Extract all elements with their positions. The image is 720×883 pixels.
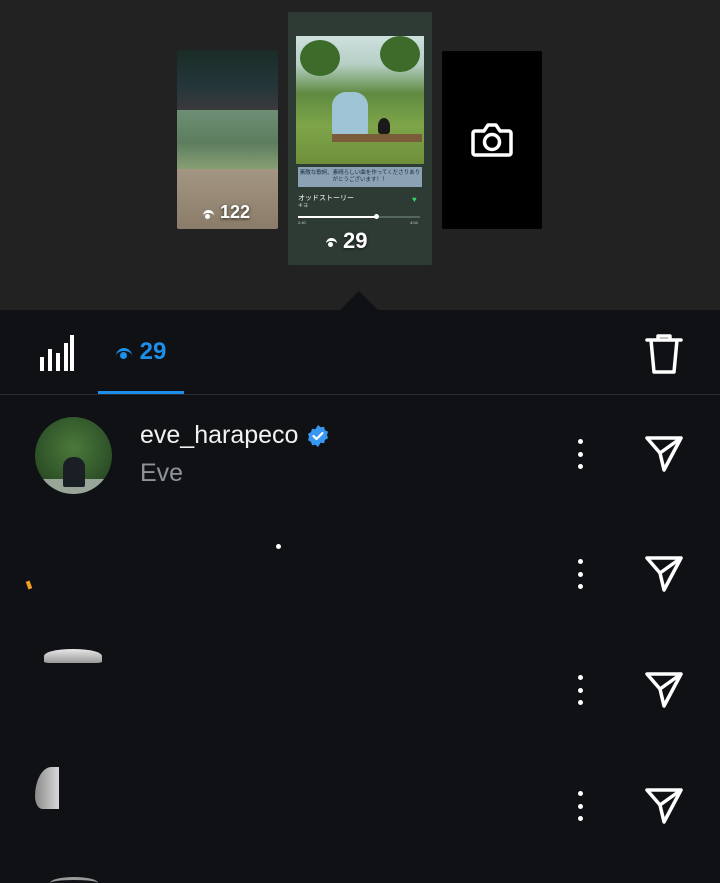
story-frame [177,110,278,169]
story-frame [177,50,278,110]
active-tab-indicator [98,391,184,394]
verified-badge-icon [308,424,329,447]
song-artist: キヨ [298,203,309,209]
person [332,92,368,136]
time-total: 4:04 [410,220,418,225]
more-options-button[interactable] [566,675,594,705]
eye-icon [115,347,132,359]
viewer-fullname: Eve [140,459,184,487]
tree [380,36,420,72]
more-options-button[interactable] [566,439,594,469]
story-view-count: 122 [203,202,250,223]
heart-icon: ♥ [412,195,417,204]
story-thumbnail-current[interactable]: 素敵な歌詞、素晴らしい曲を作ってくださりありがとうございます！！ オッドストーリ… [288,12,432,265]
viewer-row[interactable] [0,743,720,859]
story-view-count-value: 29 [343,228,368,253]
story-view-count-value: 122 [220,202,251,222]
song-progress-bar [298,214,420,219]
trash-icon [645,334,683,374]
more-options-button[interactable] [566,791,594,821]
camera-icon [471,123,513,157]
story-thumbnail-previous[interactable]: 122 [177,50,278,229]
add-story-camera[interactable] [442,51,542,229]
bench [332,134,422,142]
viewer-tabs: 29 [0,310,720,395]
eye-icon [326,238,337,247]
username-text: eve_harapeco [140,421,299,449]
tab-viewers[interactable]: 29 [98,310,184,394]
cat [378,118,390,134]
send-message-icon[interactable] [644,433,684,473]
viewer-row[interactable]: eve_harapeco Eve [0,395,720,511]
avatar-fragment [25,580,33,590]
story-caption: 素敵な歌詞、素晴らしい曲を作ってくださりありがとうございます！！ [298,167,422,187]
story-photo [296,36,424,164]
send-message-icon[interactable] [644,785,684,825]
tree [300,40,340,76]
viewer-row[interactable] [0,627,720,743]
selected-story-pointer [340,291,378,310]
avatar-partial [50,877,98,883]
bar-chart-icon [40,335,74,371]
send-message-icon[interactable] [644,553,684,593]
avatar-fragment [44,649,102,663]
time-elapsed: 2:40 [298,220,306,225]
avatar-fragment [276,544,281,549]
delete-story-button[interactable] [644,332,684,376]
viewer-username[interactable]: eve_harapeco [140,421,330,450]
viewer-row[interactable] [0,511,720,627]
more-options-button[interactable] [566,559,594,589]
avatar-fragment [35,767,59,809]
story-view-count: 29 [326,228,367,254]
tab-insights[interactable] [38,335,74,371]
eye-icon [203,209,214,219]
send-message-icon[interactable] [644,669,684,709]
story-strip: 122 素敵な歌詞、素晴らしい曲を作ってくださりありがとうございます！！ オッド… [0,0,720,310]
avatar-figure [63,457,85,487]
avatar[interactable] [35,417,112,494]
viewers-count: 29 [139,338,167,365]
